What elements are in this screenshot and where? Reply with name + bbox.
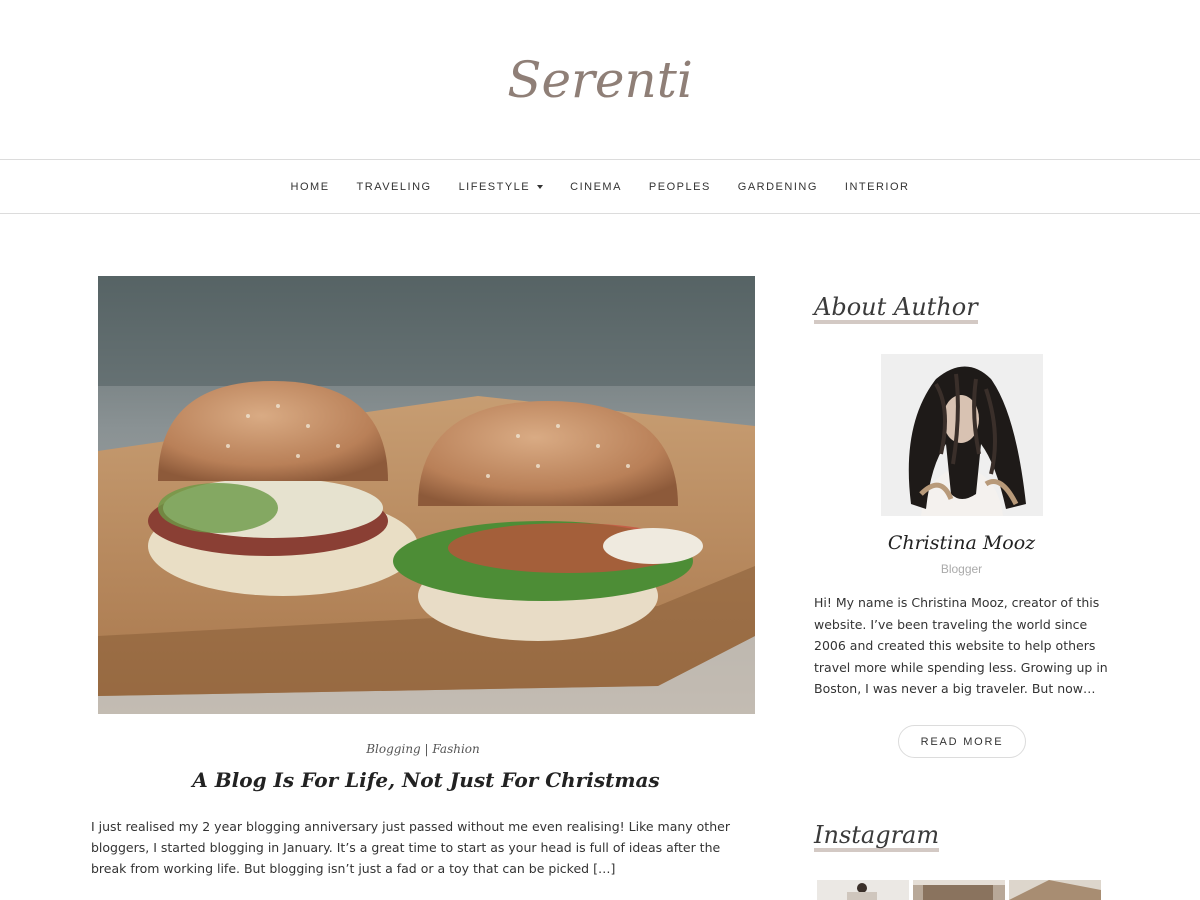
nav-label: PEOPLES: [648, 180, 711, 193]
nav-label: LIFESTYLE: [458, 180, 531, 193]
nav-item-cinema[interactable]: CINEMA: [557, 181, 636, 193]
read-more-button[interactable]: READ MORE: [898, 725, 1026, 758]
instagram-thumbnail[interactable]: [1009, 880, 1101, 900]
main-content: Blogging | Fashion A Blog Is For Life, N…: [0, 214, 1200, 900]
post-title[interactable]: A Blog Is For Life, Not Just For Christm…: [91, 768, 761, 792]
author-photo: [881, 354, 1043, 516]
nav-item-gardening[interactable]: GARDENING: [724, 181, 831, 193]
nav-item-interior[interactable]: INTERIOR: [831, 181, 923, 193]
author-avatar: [881, 354, 1043, 516]
instagram-thumbnail[interactable]: [817, 880, 909, 900]
nav-label: TRAVELING: [356, 180, 432, 193]
main-navigation: HOME TRAVELING LIFESTYLE CINEMA PEOPLES …: [0, 159, 1200, 214]
site-logo[interactable]: Serenti: [507, 51, 693, 109]
sidebar: About Author Christina Mooz Blogger Hi! …: [814, 294, 1109, 900]
nav-label: CINEMA: [570, 180, 622, 193]
burger-photo: [98, 276, 755, 714]
instagram-photo: [817, 880, 909, 900]
nav-item-peoples[interactable]: PEOPLES: [635, 181, 724, 193]
instagram-photo: [913, 880, 1005, 900]
post-featured-image[interactable]: [98, 276, 755, 714]
instagram-thumbnail[interactable]: [913, 880, 1005, 900]
nav-label: GARDENING: [737, 180, 818, 193]
nav-item-traveling[interactable]: TRAVELING: [343, 181, 445, 193]
nav-label: INTERIOR: [844, 180, 910, 193]
nav-label: HOME: [290, 180, 330, 193]
chevron-down-icon: [537, 184, 544, 189]
post-excerpt: I just realised my 2 year blogging anniv…: [91, 819, 730, 876]
author-name: Christina Mooz: [887, 532, 1036, 554]
instagram-photo: [1009, 880, 1101, 900]
author-bio: Hi! My name is Christina Mooz, creator o…: [814, 595, 1108, 696]
nav-item-home[interactable]: HOME: [277, 181, 343, 193]
about-author-title: About Author: [814, 294, 978, 324]
instagram-grid: [817, 880, 1101, 900]
site-header: Serenti: [0, 0, 1200, 159]
nav-item-lifestyle[interactable]: LIFESTYLE: [445, 181, 557, 193]
instagram-title: Instagram: [814, 822, 940, 852]
author-role: Blogger: [940, 562, 983, 576]
post-categories[interactable]: Blogging | Fashion: [91, 742, 755, 756]
